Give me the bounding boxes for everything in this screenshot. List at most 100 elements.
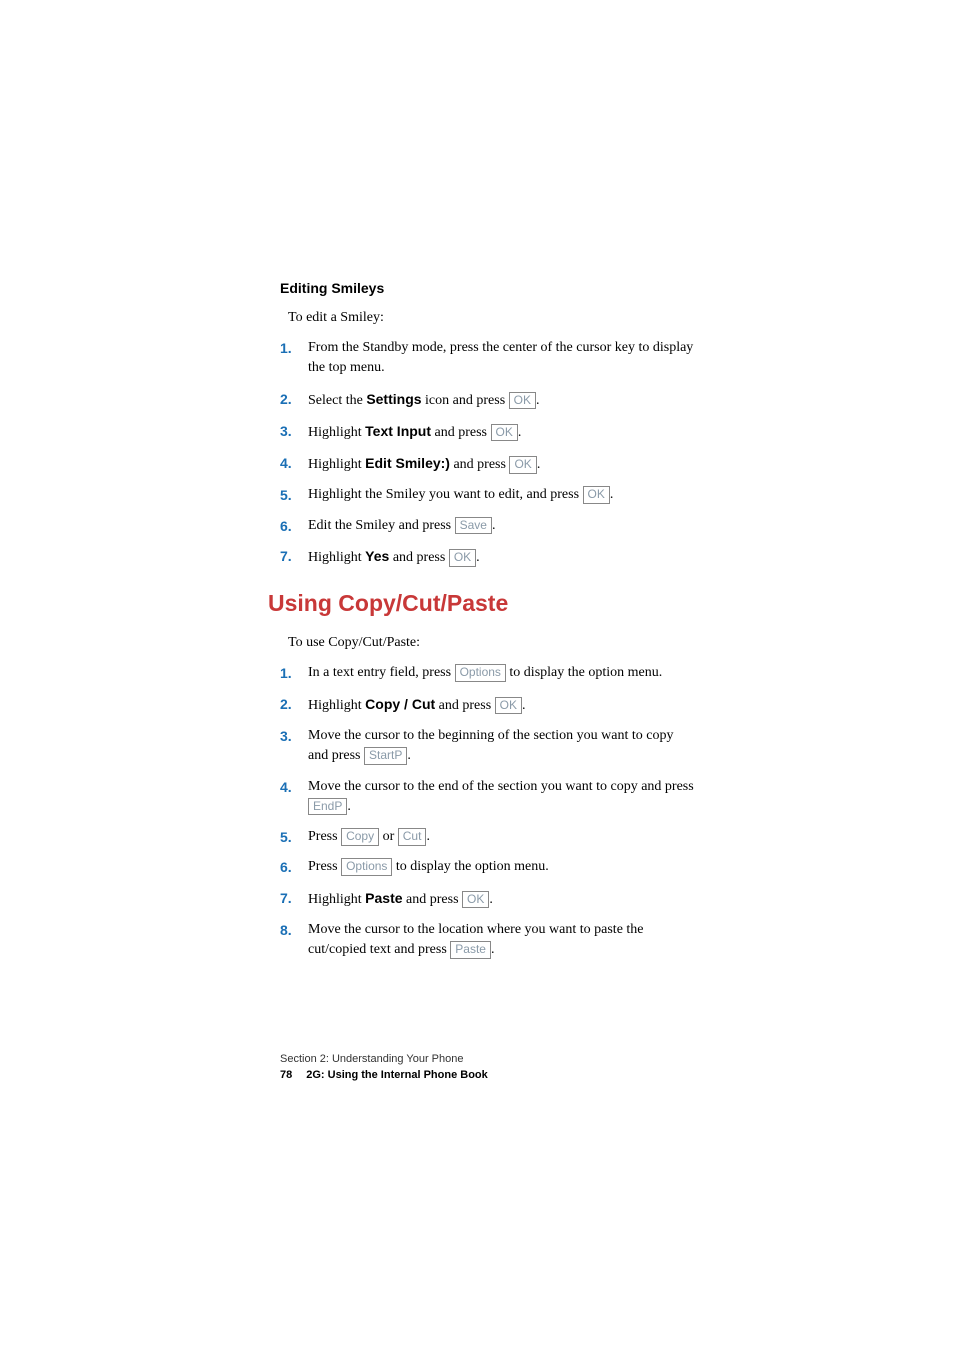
step-bold: Yes xyxy=(365,548,389,564)
step-number: 1. xyxy=(280,663,304,683)
step-text: . xyxy=(518,425,522,440)
list-item: 4. Move the cursor to the end of the sec… xyxy=(280,777,694,818)
step-text: . xyxy=(522,698,526,713)
step-number: 3. xyxy=(280,726,304,767)
step-text: and press xyxy=(389,550,449,565)
step-body: Highlight Edit Smiley:) and press OK. xyxy=(308,453,694,475)
step-text: or xyxy=(379,829,398,844)
step-body: Move the cursor to the beginning of the … xyxy=(308,726,694,767)
step-number: 4. xyxy=(280,777,304,818)
endp-key: EndP xyxy=(308,798,347,816)
list-item: 8. Move the cursor to the location where… xyxy=(280,920,694,961)
copy-intro: To use Copy/Cut/Paste: xyxy=(288,635,694,651)
list-item: 3. Move the cursor to the beginning of t… xyxy=(280,726,694,767)
step-number: 8. xyxy=(280,920,304,961)
step-text: . xyxy=(491,942,495,957)
step-number: 7. xyxy=(280,546,304,568)
list-item: 7. Highlight Paste and press OK. xyxy=(280,888,694,910)
step-body: Select the Settings icon and press OK. xyxy=(308,389,694,411)
step-number: 3. xyxy=(280,421,304,443)
step-bold: Settings xyxy=(366,391,421,407)
options-key: Options xyxy=(341,858,392,876)
list-item: 6. Edit the Smiley and press Save. xyxy=(280,516,694,536)
step-body: Highlight Yes and press OK. xyxy=(308,546,694,568)
list-item: 4. Highlight Edit Smiley:) and press OK. xyxy=(280,453,694,475)
step-number: 6. xyxy=(280,857,304,877)
step-text: Move the cursor to the beginning of the … xyxy=(308,728,673,763)
chapter-title: 2G: Using the Internal Phone Book xyxy=(306,1069,488,1081)
editing-smileys-heading: Editing Smileys xyxy=(280,280,694,296)
step-text: icon and press xyxy=(422,393,509,408)
ok-key: OK xyxy=(462,891,489,909)
step-text: Highlight the Smiley you want to edit, a… xyxy=(308,487,583,502)
copy-steps-list: 1. In a text entry field, press Options … xyxy=(280,663,694,960)
save-key: Save xyxy=(455,517,492,535)
step-body: Press Options to display the option menu… xyxy=(308,857,694,877)
step-text: Press xyxy=(308,859,341,874)
step-text: Select the xyxy=(308,393,366,408)
copy-key: Copy xyxy=(341,828,379,846)
step-text: . xyxy=(489,892,493,907)
step-bold: Copy / Cut xyxy=(365,696,435,712)
list-item: 7. Highlight Yes and press OK. xyxy=(280,546,694,568)
step-number: 5. xyxy=(280,485,304,505)
step-text: . xyxy=(537,457,541,472)
step-text: Highlight xyxy=(308,892,365,907)
copy-cut-paste-title: Using Copy/Cut/Paste xyxy=(268,590,694,617)
step-text: . xyxy=(347,799,351,814)
step-number: 4. xyxy=(280,453,304,475)
footer-section: Section 2: Understanding Your Phone xyxy=(280,1053,488,1065)
list-item: 2. Select the Settings icon and press OK… xyxy=(280,389,694,411)
step-bold: Paste xyxy=(365,890,402,906)
step-body: Move the cursor to the location where yo… xyxy=(308,920,694,961)
step-text: . xyxy=(492,518,496,533)
step-body: Highlight the Smiley you want to edit, a… xyxy=(308,485,694,505)
list-item: 5. Highlight the Smiley you want to edit… xyxy=(280,485,694,505)
list-item: 3. Highlight Text Input and press OK. xyxy=(280,421,694,443)
editing-intro: To edit a Smiley: xyxy=(288,310,694,326)
startp-key: StartP xyxy=(364,747,407,765)
step-body: Highlight Copy / Cut and press OK. xyxy=(308,694,694,716)
step-number: 1. xyxy=(280,338,304,379)
ok-key: OK xyxy=(509,456,536,474)
step-text: . xyxy=(610,487,614,502)
step-text: and press xyxy=(403,892,463,907)
list-item: 1. From the Standby mode, press the cent… xyxy=(280,338,694,379)
paste-key: Paste xyxy=(450,941,491,959)
ok-key: OK xyxy=(583,486,610,504)
step-text: From the Standby mode, press the center … xyxy=(308,340,693,375)
step-text: . xyxy=(536,393,540,408)
step-body: Press Copy or Cut. xyxy=(308,827,694,847)
step-body: Edit the Smiley and press Save. xyxy=(308,516,694,536)
step-bold: Text Input xyxy=(365,423,431,439)
step-body: In a text entry field, press Options to … xyxy=(308,663,694,683)
step-text: In a text entry field, press xyxy=(308,665,455,680)
ok-key: OK xyxy=(509,392,536,410)
step-body: Highlight Text Input and press OK. xyxy=(308,421,694,443)
step-number: 6. xyxy=(280,516,304,536)
ok-key: OK xyxy=(491,424,518,442)
step-text: and press xyxy=(431,425,491,440)
step-text: to display the option menu. xyxy=(392,859,548,874)
step-number: 7. xyxy=(280,888,304,910)
step-text: Edit the Smiley and press xyxy=(308,518,455,533)
step-text: and press xyxy=(450,457,510,472)
step-body: Highlight Paste and press OK. xyxy=(308,888,694,910)
step-text: Move the cursor to the end of the sectio… xyxy=(308,779,694,794)
cut-key: Cut xyxy=(398,828,427,846)
step-text: and press xyxy=(435,698,495,713)
step-text: Highlight xyxy=(308,550,365,565)
step-text: Highlight xyxy=(308,457,365,472)
list-item: 6. Press Options to display the option m… xyxy=(280,857,694,877)
step-body: Move the cursor to the end of the sectio… xyxy=(308,777,694,818)
step-text: Highlight xyxy=(308,425,365,440)
page-footer: Section 2: Understanding Your Phone 782G… xyxy=(280,1053,488,1081)
ok-key: OK xyxy=(449,549,476,567)
footer-chapter: 782G: Using the Internal Phone Book xyxy=(280,1069,488,1081)
step-text: Press xyxy=(308,829,341,844)
step-number: 2. xyxy=(280,389,304,411)
list-item: 2. Highlight Copy / Cut and press OK. xyxy=(280,694,694,716)
step-body: From the Standby mode, press the center … xyxy=(308,338,694,379)
step-text: to display the option menu. xyxy=(506,665,662,680)
list-item: 5. Press Copy or Cut. xyxy=(280,827,694,847)
